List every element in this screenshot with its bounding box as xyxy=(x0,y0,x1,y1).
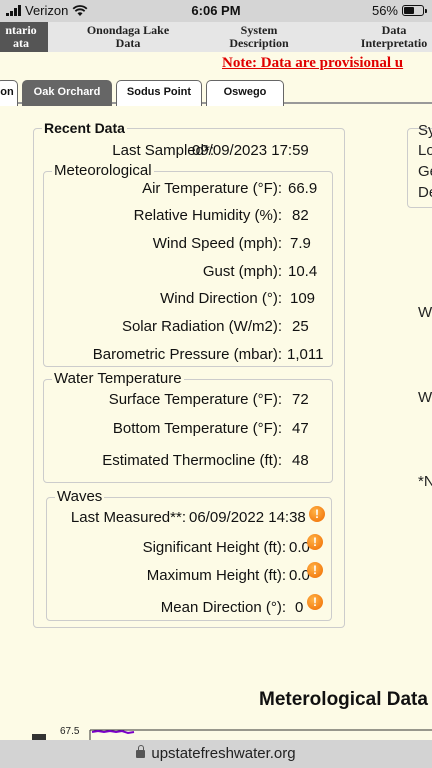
waves-group: Waves Last Measured**: 06/09/2022 14:38 … xyxy=(46,488,332,621)
last-measured-label: Last Measured**: xyxy=(70,509,186,526)
data-value: 25 xyxy=(292,318,309,335)
recent-data-title: Recent Data xyxy=(42,120,127,136)
waves-title: Waves xyxy=(55,488,105,505)
system-info-line: Ge xyxy=(418,163,432,180)
meteorological-title: Meteorological xyxy=(52,162,154,179)
lock-icon xyxy=(136,745,146,758)
data-label: Mean Direction (°): xyxy=(160,599,286,616)
data-label: Bottom Temperature (°F): xyxy=(112,420,282,437)
warning-icon[interactable]: ! xyxy=(309,506,325,522)
chart-series-line xyxy=(91,729,135,735)
data-label: Surface Temperature (°F): xyxy=(108,391,282,408)
system-info-line: Lo xyxy=(418,142,432,159)
nav-tab-system-description[interactable]: System Description xyxy=(204,22,314,52)
site-tab-oak-orchard[interactable]: Oak Orchard xyxy=(22,80,112,106)
site-tab-sodus-point[interactable]: Sodus Point xyxy=(116,80,202,106)
footnote-marker: *N xyxy=(418,473,432,490)
battery-percent: 56% xyxy=(371,3,398,18)
water-temperature-title: Water Temperature xyxy=(52,370,184,387)
nav-tab-line: Interpretatio xyxy=(360,36,428,50)
data-value: 1,011 xyxy=(287,346,324,363)
water-temperature-group: Water Temperature Surface Temperature (°… xyxy=(43,370,333,483)
battery-group: 56% xyxy=(371,3,427,18)
nav-tab-onondaga-lake-data[interactable]: Onondaga Lake Data xyxy=(64,22,192,52)
data-label: Maximum Height (ft): xyxy=(146,567,286,584)
wind-widget-label: W xyxy=(418,389,432,406)
data-label: Estimated Thermocline (ft): xyxy=(102,452,282,469)
wind-widget-label: W xyxy=(418,304,432,321)
data-label: Relative Humidity (%): xyxy=(133,207,282,224)
address-bar[interactable]: upstatefreshwater.org xyxy=(0,740,432,768)
battery-icon xyxy=(402,5,427,16)
nav-tab-line: Description xyxy=(229,36,289,50)
warning-icon[interactable]: ! xyxy=(307,562,323,578)
system-info-line: De xyxy=(418,184,432,201)
data-value: 48 xyxy=(292,452,309,469)
last-sampled-value: 09/09/2023 17:59 xyxy=(192,142,309,159)
data-label: Significant Height (ft): xyxy=(142,539,286,556)
data-value: 66.9 xyxy=(288,180,318,197)
warning-icon[interactable]: ! xyxy=(307,594,323,610)
system-info-line: Sy xyxy=(418,122,432,139)
data-value: 47 xyxy=(292,420,309,437)
data-value: 82 xyxy=(292,207,309,224)
meteorological-chart: 67.5 xyxy=(32,726,432,740)
data-label: Air Temperature (°F): xyxy=(142,180,282,197)
warning-icon[interactable]: ! xyxy=(307,534,323,550)
site-tab-oswego[interactable]: Oswego xyxy=(206,80,284,106)
data-value: 10.4 xyxy=(288,263,318,280)
clock: 6:06 PM xyxy=(191,3,241,18)
nav-tab-data-interpretation[interactable]: Data Interpretatio xyxy=(344,22,432,52)
last-measured-value: 06/09/2022 14:38 xyxy=(189,509,306,526)
data-value: 109 xyxy=(290,290,316,307)
data-label: Solar Radiation (W/m2): xyxy=(121,318,282,335)
nav-tab-line: Data xyxy=(115,36,141,50)
meteorological-data-title: Meterological Data xyxy=(259,689,428,710)
recent-data-panel: Recent Data Last Sampled*: 09/09/2023 17… xyxy=(33,120,346,628)
data-value: 72 xyxy=(292,391,309,408)
data-label: Wind Speed (mph): xyxy=(152,235,282,252)
top-navigation: ntario ata Onondaga Lake Data System Des… xyxy=(0,22,432,52)
data-value: 0 xyxy=(295,599,304,616)
site-tabs: on Oak Orchard Sodus Point Oswego xyxy=(0,72,432,106)
meteorological-group: Meteorological Air Temperature (°F): 66.… xyxy=(43,162,333,367)
nav-tab-ontario-data[interactable]: ntario ata xyxy=(0,22,48,52)
data-label: Wind Direction (°): xyxy=(160,290,282,307)
chart-tick-label: 67.5 xyxy=(60,726,80,737)
url-text: upstatefreshwater.org xyxy=(151,745,296,762)
data-value: 7.9 xyxy=(290,235,311,252)
nav-tab-line: ata xyxy=(13,36,29,50)
last-sampled-row: Last Sampled*: 09/09/2023 17:59 xyxy=(34,142,346,162)
provisional-notice[interactable]: Note: Data are provisional u xyxy=(222,55,403,72)
data-label: Gust (mph): xyxy=(202,263,282,280)
status-bar: Verizon 6:06 PM 56% xyxy=(0,0,432,22)
data-label: Barometric Pressure (mbar): xyxy=(92,346,282,363)
site-tab-partial[interactable]: on xyxy=(0,80,18,106)
